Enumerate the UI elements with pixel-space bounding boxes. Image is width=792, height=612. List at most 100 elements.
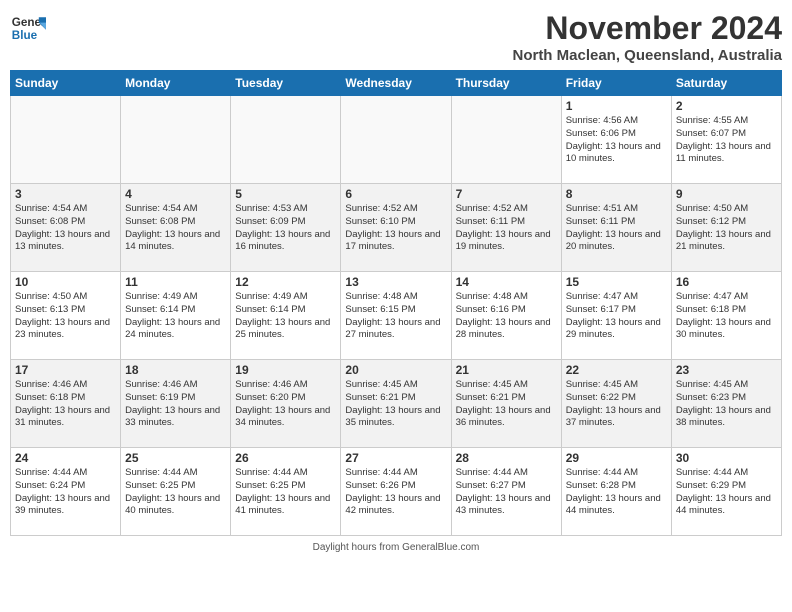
calendar-week-row: 17 Sunrise: 4:46 AM Sunset: 6:18 PM Dayli… (11, 360, 782, 448)
calendar-cell: 25Sunrise: 4:44 AM Sunset: 6:25 PM Dayli… (121, 448, 231, 536)
logo: General Blue (10, 10, 46, 46)
day-number: 28 (456, 451, 557, 465)
day-info: Sunrise: 4:44 AM Sunset: 6:26 PM Dayligh… (345, 467, 446, 518)
calendar-cell: 8Sunrise: 4:51 AM Sunset: 6:11 PM Daylig… (561, 184, 671, 272)
day-number: 30 (676, 451, 777, 465)
day-number: 2 (676, 99, 777, 113)
day-info: Sunrise: 4:45 AM Sunset: 6:23 PM Dayligh… (676, 379, 777, 430)
day-number: 22 (566, 363, 667, 377)
weekday-header: Tuesday (231, 71, 341, 96)
calendar-cell: 19 Sunrise: 4:46 AM Sunset: 6:20 PM Dayli… (231, 360, 341, 448)
footer: Daylight hours from GeneralBlue.com (10, 542, 782, 553)
day-number: 1 (566, 99, 667, 113)
day-info: Sunrise: 4:53 AM Sunset: 6:09 PM Dayligh… (235, 203, 336, 254)
weekday-header: Sunday (11, 71, 121, 96)
calendar-cell: 22 Sunrise: 4:45 AM Sunset: 6:22 PM Dayli… (561, 360, 671, 448)
day-info: Sunrise: 4:51 AM Sunset: 6:11 PM Dayligh… (566, 203, 667, 254)
svg-text:Blue: Blue (12, 29, 38, 42)
calendar-cell: 4 Sunrise: 4:54 AM Sunset: 6:08 PM Daylig… (121, 184, 231, 272)
calendar-cell: 16 Sunrise: 4:47 AM Sunset: 6:18 PM Dayli… (671, 272, 781, 360)
page-header: General Blue November 2024 North Maclean… (10, 10, 782, 64)
day-info: Sunrise: 4:44 AM Sunset: 6:24 PM Dayligh… (15, 467, 116, 518)
calendar-cell: 14Sunrise: 4:48 AM Sunset: 6:16 PM Dayli… (451, 272, 561, 360)
day-info: Sunrise: 4:47 AM Sunset: 6:18 PM Dayligh… (676, 291, 777, 342)
location: North Maclean, Queensland, Australia (512, 47, 782, 64)
day-number: 19 (235, 363, 336, 377)
day-number: 4 (125, 187, 226, 201)
logo-icon: General Blue (10, 10, 46, 46)
day-number: 27 (345, 451, 446, 465)
day-info: Sunrise: 4:46 AM Sunset: 6:20 PM Dayligh… (235, 379, 336, 430)
day-info: Sunrise: 4:46 AM Sunset: 6:19 PM Dayligh… (125, 379, 226, 430)
calendar-week-row: 1 Sunrise: 4:56 AM Sunset: 6:06 PM Daylig… (11, 96, 782, 184)
calendar-header-row: SundayMondayTuesdayWednesdayThursdayFrid… (11, 71, 782, 96)
calendar-cell: 3 Sunrise: 4:54 AM Sunset: 6:08 PM Daylig… (11, 184, 121, 272)
weekday-header: Friday (561, 71, 671, 96)
calendar-cell: 26Sunrise: 4:44 AM Sunset: 6:25 PM Dayli… (231, 448, 341, 536)
day-info: Sunrise: 4:55 AM Sunset: 6:07 PM Dayligh… (676, 115, 777, 166)
day-number: 7 (456, 187, 557, 201)
day-number: 9 (676, 187, 777, 201)
calendar-cell: 2 Sunrise: 4:55 AM Sunset: 6:07 PM Daylig… (671, 96, 781, 184)
day-info: Sunrise: 4:45 AM Sunset: 6:21 PM Dayligh… (345, 379, 446, 430)
day-info: Sunrise: 4:46 AM Sunset: 6:18 PM Dayligh… (15, 379, 116, 430)
weekday-header: Thursday (451, 71, 561, 96)
day-number: 24 (15, 451, 116, 465)
day-number: 13 (345, 275, 446, 289)
calendar-cell: 9 Sunrise: 4:50 AM Sunset: 6:12 PM Daylig… (671, 184, 781, 272)
weekday-header: Wednesday (341, 71, 451, 96)
day-number: 3 (15, 187, 116, 201)
day-number: 17 (15, 363, 116, 377)
day-number: 21 (456, 363, 557, 377)
calendar-week-row: 3 Sunrise: 4:54 AM Sunset: 6:08 PM Daylig… (11, 184, 782, 272)
calendar-cell: 7Sunrise: 4:52 AM Sunset: 6:11 PM Daylig… (451, 184, 561, 272)
day-number: 14 (456, 275, 557, 289)
calendar-cell: 30Sunrise: 4:44 AM Sunset: 6:29 PM Dayli… (671, 448, 781, 536)
day-info: Sunrise: 4:48 AM Sunset: 6:15 PM Dayligh… (345, 291, 446, 342)
calendar-cell (11, 96, 121, 184)
calendar-cell (121, 96, 231, 184)
day-number: 23 (676, 363, 777, 377)
day-info: Sunrise: 4:52 AM Sunset: 6:10 PM Dayligh… (345, 203, 446, 254)
day-number: 6 (345, 187, 446, 201)
day-info: Sunrise: 4:54 AM Sunset: 6:08 PM Dayligh… (15, 203, 116, 254)
calendar-cell: 6 Sunrise: 4:52 AM Sunset: 6:10 PM Daylig… (341, 184, 451, 272)
calendar-cell: 27 Sunrise: 4:44 AM Sunset: 6:26 PM Dayli… (341, 448, 451, 536)
calendar-body: 1 Sunrise: 4:56 AM Sunset: 6:06 PM Daylig… (11, 96, 782, 536)
day-number: 15 (566, 275, 667, 289)
weekday-header: Monday (121, 71, 231, 96)
day-info: Sunrise: 4:44 AM Sunset: 6:25 PM Dayligh… (125, 467, 226, 518)
calendar-cell: 20 Sunrise: 4:45 AM Sunset: 6:21 PM Dayli… (341, 360, 451, 448)
day-info: Sunrise: 4:49 AM Sunset: 6:14 PM Dayligh… (125, 291, 226, 342)
day-number: 20 (345, 363, 446, 377)
day-info: Sunrise: 4:49 AM Sunset: 6:14 PM Dayligh… (235, 291, 336, 342)
day-number: 16 (676, 275, 777, 289)
calendar-cell: 28 Sunrise: 4:44 AM Sunset: 6:27 PM Dayli… (451, 448, 561, 536)
calendar-cell: 15 Sunrise: 4:47 AM Sunset: 6:17 PM Dayli… (561, 272, 671, 360)
calendar-cell: 10 Sunrise: 4:50 AM Sunset: 6:13 PM Dayli… (11, 272, 121, 360)
month-title: November 2024 (512, 10, 782, 47)
day-info: Sunrise: 4:45 AM Sunset: 6:21 PM Dayligh… (456, 379, 557, 430)
day-info: Sunrise: 4:50 AM Sunset: 6:13 PM Dayligh… (15, 291, 116, 342)
calendar-cell: 18 Sunrise: 4:46 AM Sunset: 6:19 PM Dayli… (121, 360, 231, 448)
day-number: 12 (235, 275, 336, 289)
calendar-table: SundayMondayTuesdayWednesdayThursdayFrid… (10, 70, 782, 536)
calendar-cell: 1 Sunrise: 4:56 AM Sunset: 6:06 PM Daylig… (561, 96, 671, 184)
weekday-header: Saturday (671, 71, 781, 96)
day-number: 18 (125, 363, 226, 377)
day-number: 29 (566, 451, 667, 465)
calendar-cell (451, 96, 561, 184)
calendar-cell: 17 Sunrise: 4:46 AM Sunset: 6:18 PM Dayli… (11, 360, 121, 448)
calendar-cell: 13 Sunrise: 4:48 AM Sunset: 6:15 PM Dayli… (341, 272, 451, 360)
calendar-cell: 24 Sunrise: 4:44 AM Sunset: 6:24 PM Dayli… (11, 448, 121, 536)
day-info: Sunrise: 4:47 AM Sunset: 6:17 PM Dayligh… (566, 291, 667, 342)
calendar-cell: 12 Sunrise: 4:49 AM Sunset: 6:14 PM Dayli… (231, 272, 341, 360)
day-info: Sunrise: 4:50 AM Sunset: 6:12 PM Dayligh… (676, 203, 777, 254)
day-info: Sunrise: 4:45 AM Sunset: 6:22 PM Dayligh… (566, 379, 667, 430)
day-info: Sunrise: 4:54 AM Sunset: 6:08 PM Dayligh… (125, 203, 226, 254)
day-info: Sunrise: 4:56 AM Sunset: 6:06 PM Dayligh… (566, 115, 667, 166)
day-number: 10 (15, 275, 116, 289)
calendar-week-row: 10 Sunrise: 4:50 AM Sunset: 6:13 PM Dayli… (11, 272, 782, 360)
day-info: Sunrise: 4:44 AM Sunset: 6:27 PM Dayligh… (456, 467, 557, 518)
day-number: 5 (235, 187, 336, 201)
